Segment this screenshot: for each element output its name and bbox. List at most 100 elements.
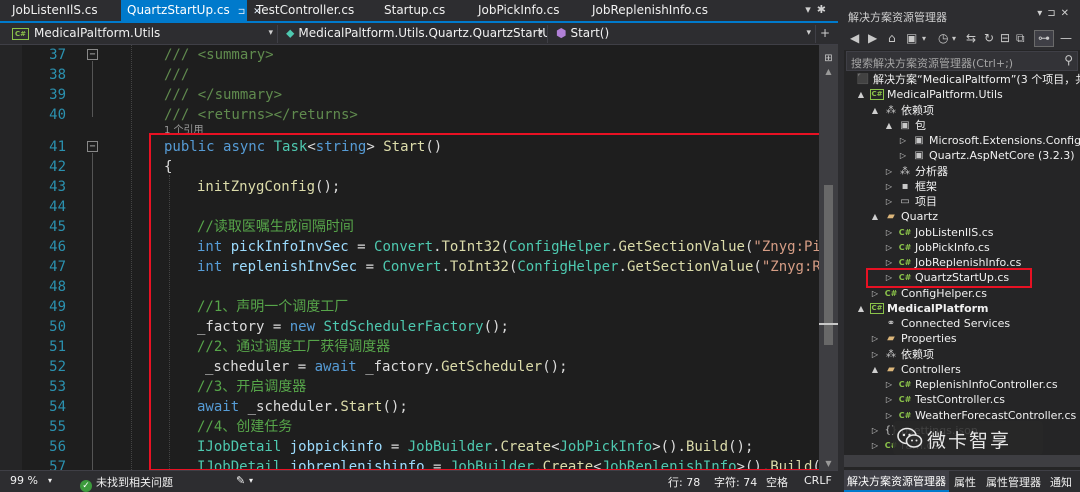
collapse-all-icon[interactable]: ⊟ [1000,31,1010,45]
tab-joblistenils[interactable]: JobListenIlS.cs [0,0,121,21]
collapsed-arrow-icon[interactable]: ▷ [870,438,880,454]
tree-item[interactable]: ▷ C# JobPickInfo.cs [844,240,1080,256]
collapsed-arrow-icon[interactable]: ▷ [870,331,880,347]
tree-item[interactable]: ⬛ 解决方案“MedicalPaltform”(3 个项目，共 [844,72,1080,88]
properties-icon[interactable]: ⊶ [1034,30,1054,47]
scroll-up-icon[interactable]: ▲ [819,67,838,76]
pane-controls[interactable]: ▾⊐✕ [1037,8,1074,19]
tab-jobreplenishinfo[interactable]: JobReplenishInfo.cs [586,0,736,21]
chevron-down-icon[interactable]: ▾ [952,34,956,43]
collapsed-arrow-icon[interactable]: ▷ [884,225,894,241]
document-tab-strip: JobListenIlS.cs QuartzStartUp.cs ⊐ ✕ TestC… [0,0,838,23]
dropdown-icon[interactable]: ▾ [1037,8,1047,19]
scroll-thumb[interactable] [824,185,833,345]
collapsed-arrow-icon[interactable]: ▷ [870,286,880,302]
tree-item[interactable]: ▷ C# QuartzStartUp.cs [844,270,1080,286]
refresh-icon[interactable]: ↻ [984,31,994,45]
tree-item[interactable]: ▲ ▣ 包 [844,118,1080,134]
whitespace-indicator[interactable]: 空格 [766,474,788,490]
tree-item[interactable]: ▲ C# MedicalPlatform [844,301,1080,317]
search-icon[interactable]: ⚲ [1064,53,1073,67]
collapsed-arrow-icon[interactable]: ▷ [884,408,894,424]
tab-property-manager[interactable]: 属性管理器 [986,474,1041,490]
tree-item[interactable]: ▷ ▣ Microsoft.Extensions.Configu [844,133,1080,149]
line-number: 56 [49,439,66,455]
collapse-icon[interactable]: − [87,141,98,152]
horizontal-scrollbar[interactable] [844,455,1080,467]
tree-item[interactable]: ▲ C# MedicalPaltform.Utils [844,87,1080,103]
tree-item[interactable]: ▷ ⁂ 依赖项 [844,347,1080,363]
line-ending-indicator[interactable]: CRLF [804,474,832,487]
show-all-files-icon[interactable]: ⧉ [1016,31,1025,46]
chevron-down-icon[interactable]: ▾ [249,476,253,485]
chevron-down-icon[interactable]: ▾ [922,34,926,43]
expanded-arrow-icon[interactable]: ▲ [870,209,880,225]
sync-icon[interactable]: ⇆ [966,31,976,45]
tree-item[interactable]: ⚭ Connected Services [844,316,1080,332]
vertical-scrollbar[interactable]: ⊞ ▲ ▼ [819,45,838,470]
tree-item[interactable]: ▲ ▰ Controllers [844,362,1080,378]
scroll-down-icon[interactable]: ▼ [819,459,838,468]
add-icon[interactable]: + [820,26,830,40]
tree-item[interactable]: ▷ ▪ 框架 [844,179,1080,195]
collapse-icon[interactable]: − [87,49,98,60]
expanded-arrow-icon[interactable]: ▲ [884,118,894,134]
chevron-down-icon[interactable]: ▾ [48,476,52,485]
expanded-arrow-icon[interactable]: ▲ [856,301,866,317]
issues-indicator[interactable]: ✓ 未找到相关问题 [80,474,173,492]
brush-icon[interactable]: ✎ [236,474,245,487]
tree-item[interactable]: ▷ ▰ Properties [844,331,1080,347]
tree-item[interactable]: ▲ ⁂ 依赖项 [844,103,1080,119]
tab-jobpickinfo[interactable]: JobPickInfo.cs [472,0,586,21]
collapsed-arrow-icon[interactable]: ▷ [898,148,908,164]
expanded-arrow-icon[interactable]: ▲ [870,103,880,119]
tree-item[interactable]: ▷ C# ConfigHelper.cs [844,286,1080,302]
collapsed-arrow-icon[interactable]: ▷ [884,179,894,195]
collapsed-arrow-icon[interactable]: ▷ [870,347,880,363]
collapsed-arrow-icon[interactable]: ▷ [884,255,894,271]
overflow-icon[interactable]: — [1060,31,1072,45]
tree-item[interactable]: ▲ ▰ Quartz [844,209,1080,225]
tab-properties[interactable]: 属性 [954,474,976,490]
collapsed-arrow-icon[interactable]: ▷ [884,164,894,180]
collapsed-arrow-icon[interactable]: ▷ [884,240,894,256]
tab-notifications[interactable]: 通知 [1050,474,1072,490]
expanded-arrow-icon[interactable]: ▲ [870,362,880,378]
collapsed-arrow-icon[interactable]: ▷ [884,194,894,210]
tab-solution-explorer[interactable]: 解决方案资源管理器 [844,471,949,492]
forward-icon[interactable]: ▶ [868,31,877,45]
member-dropdown[interactable]: ⬢ Start() ▾ [550,25,816,43]
collapsed-arrow-icon[interactable]: ▷ [884,270,894,286]
tab-quartzstartup[interactable]: QuartzStartUp.cs ⊐ ✕ [121,0,261,21]
collapsed-arrow-icon[interactable]: ▷ [898,133,908,149]
split-icon[interactable]: ⊞ [821,53,836,64]
close-icon[interactable]: ✕ [1061,8,1074,19]
class-dropdown[interactable]: ⬥ MedicalPaltform.Utils.Quartz.QuartzStar… [280,25,548,43]
tab-startup[interactable]: Startup.cs [378,0,472,21]
tree-item[interactable]: ▷ C# JobReplenishInfo.cs [844,255,1080,271]
search-input[interactable]: 搜索解决方案资源管理器(Ctrl+;) ⚲ [846,51,1078,71]
collapsed-arrow-icon[interactable]: ▷ [884,392,894,408]
tab-testcontroller[interactable]: TestController.cs [250,0,370,21]
pending-changes-icon[interactable]: ◷ [938,31,948,45]
tree-item[interactable]: ▷ ▣ Quartz.AspNetCore (3.2.3) [844,148,1080,164]
switch-views-icon[interactable]: ▣ [906,31,917,45]
tree-item[interactable]: ▷ ▭ 项目 [844,194,1080,210]
pin-icon[interactable]: ⊐ [238,7,246,17]
expanded-arrow-icon[interactable]: ▲ [856,87,866,103]
project-dropdown[interactable]: C# MedicalPaltform.Utils ▾ [6,25,278,43]
back-icon[interactable]: ◀ [850,31,859,45]
home-icon[interactable]: ⌂ [888,31,896,45]
tree-item[interactable]: ▷ C# TestController.cs [844,392,1080,408]
zoom-level[interactable]: 99 % [10,474,38,487]
code-editor[interactable]: 37 38 39 40 41 42 43 44 45 46 47 48 49 5… [0,45,838,470]
collapsed-arrow-icon[interactable]: ▷ [884,377,894,393]
tree-item[interactable]: ▷ C# ReplenishInfoController.cs [844,377,1080,393]
tab-overflow-controls[interactable]: ▾✱ [805,3,832,16]
collapsed-arrow-icon[interactable]: ▷ [870,423,880,439]
pin-icon[interactable]: ⊐ [1047,8,1060,19]
tree-item[interactable]: ▷ C# JobListenIlS.cs [844,225,1080,241]
tab-dropdown-icon[interactable]: ▾ [805,3,817,16]
tree-item[interactable]: ▷ ⁂ 分析器 [844,164,1080,180]
settings-icon[interactable]: ✱ [817,3,832,16]
